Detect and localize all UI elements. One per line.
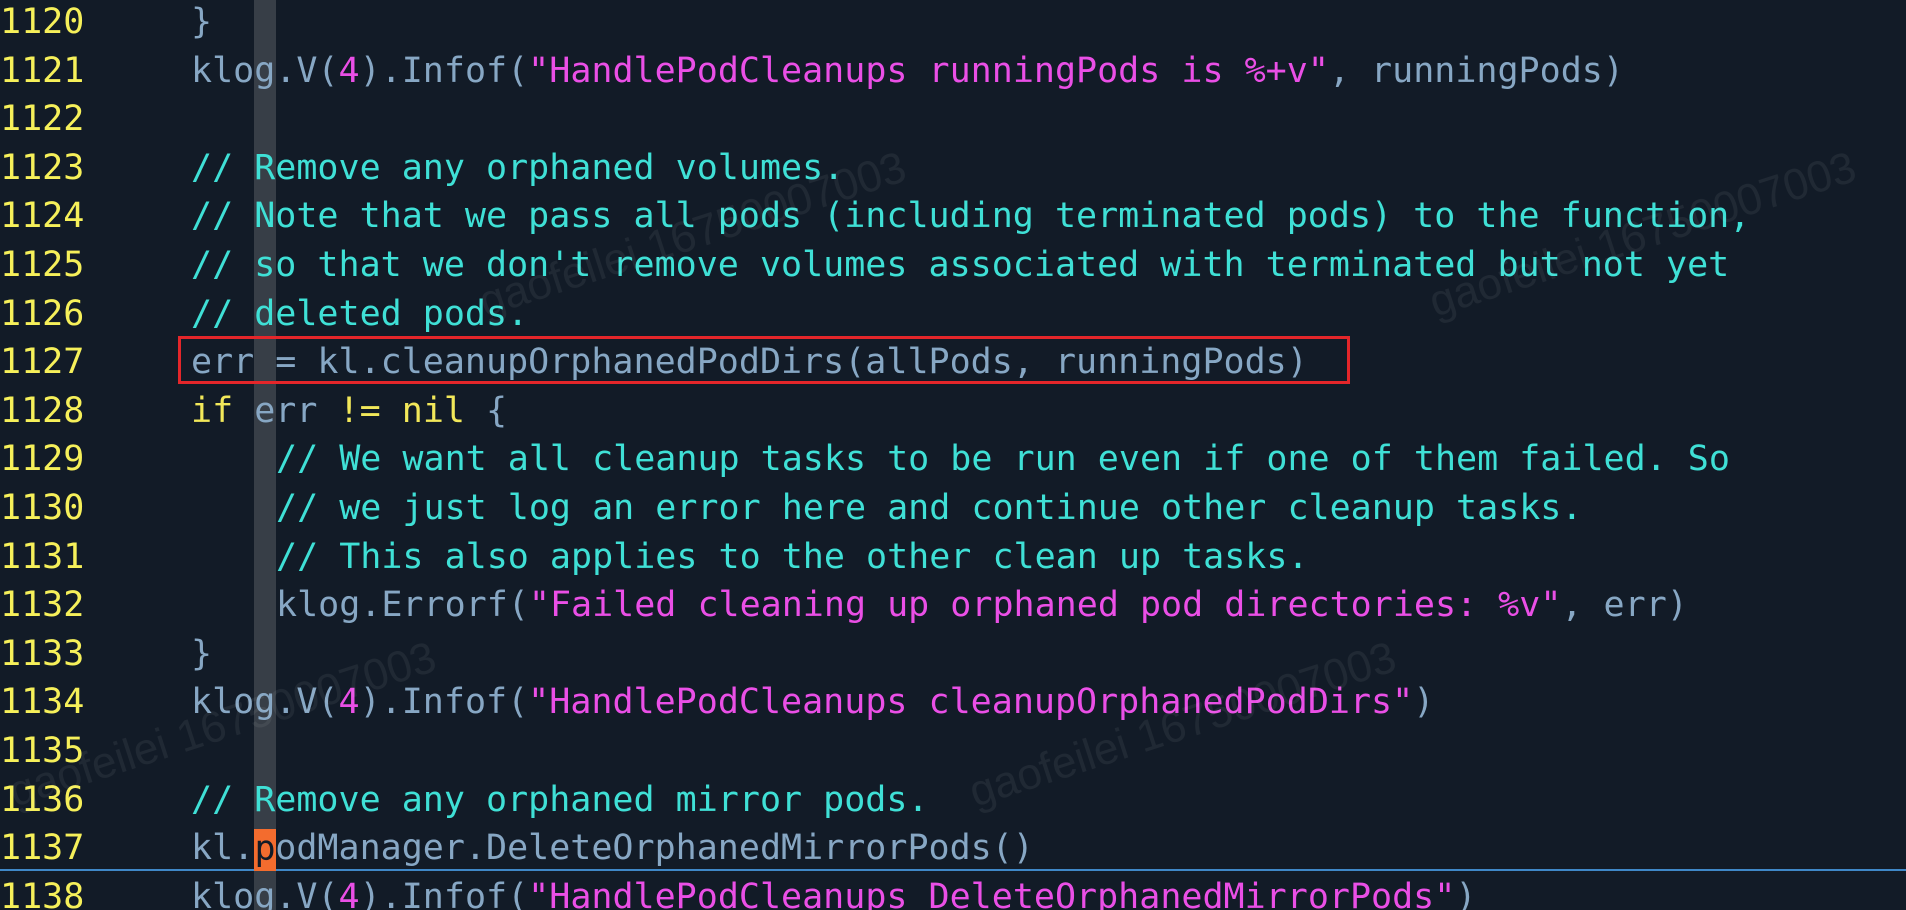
line-number: 1138 (0, 876, 85, 910)
code-token: ).Infof( (359, 50, 529, 91)
code-token: ) (1413, 682, 1435, 723)
code-token: // Note that we pass all pods (including… (191, 196, 1751, 237)
code-text: } (191, 630, 212, 679)
line-number: 1137 (0, 828, 85, 869)
line-number: 1133 (0, 633, 85, 674)
code-token: nil (401, 390, 465, 431)
cursor-char: p (254, 829, 276, 869)
code-line[interactable]: 1122 (0, 95, 1906, 144)
line-number: 1125 (0, 245, 85, 285)
code-token: != (338, 390, 381, 431)
code-line[interactable]: 1128 if err != nil { (0, 387, 1906, 436)
code-line[interactable]: 1120} (0, 0, 1906, 47)
code-token: 4 (338, 876, 360, 910)
code-token: "Failed cleaning up orphaned pod directo… (528, 585, 1562, 626)
highlight-box (178, 336, 1350, 384)
code-line[interactable]: 1134 klog.V(4).Infof("HandlePodCleanups c… (0, 678, 1906, 727)
code-token: 4 (338, 682, 360, 723)
line-number: 1128 (0, 390, 85, 431)
code-token: klog.V( (191, 50, 339, 91)
line-number: 1120 (0, 2, 85, 42)
code-text: klog.V(4).Infof("HandlePodCleanups Delet… (191, 873, 1476, 910)
code-text: // Remove any orphaned volumes. (191, 144, 844, 193)
code-editor[interactable]: 1120} 1121 klog.V(4).Infof("HandlePodClean… (0, 0, 1906, 910)
code-line[interactable]: 1131 // This also applies to the other cl… (0, 533, 1906, 582)
code-token: "HandlePodCleanups cleanupOrphanedPodDir… (528, 682, 1414, 723)
line-number: 1122 (0, 99, 85, 140)
code-text: kl.podManager.DeleteOrphanedMirrorPods() (191, 824, 1034, 873)
code-token: // deleted pods. (191, 293, 529, 334)
code-token: 4 (338, 50, 360, 91)
code-text: // we just log an error here and continu… (276, 484, 1582, 533)
code-token: // we just log an error here and continu… (276, 488, 1583, 528)
code-line[interactable]: 1121 klog.V(4).Infof("HandlePodCleanups r… (0, 47, 1906, 96)
code-token: klog.V( (191, 682, 339, 723)
code-token: ).Infof( (359, 682, 529, 723)
code-line[interactable]: 1138 klog.V(4).Infof("HandlePodCleanups D… (0, 873, 1906, 910)
line-number: 1127 (0, 342, 85, 383)
code-line[interactable]: 1132 klog.Errorf("Failed cleaning up orph… (0, 581, 1906, 630)
code-line[interactable]: 1136 // Remove any orphaned mirror pods. (0, 776, 1906, 825)
code-token: } (191, 633, 213, 674)
line-number: 1130 (0, 488, 85, 528)
code-token: ) (1455, 876, 1477, 910)
code-text: klog.V(4).Infof("HandlePodCleanups runni… (191, 47, 1624, 96)
code-token: // Remove any orphaned volumes. (191, 147, 845, 188)
code-text: } (191, 0, 212, 47)
code-token: // This also applies to the other clean … (276, 536, 1309, 577)
code-line[interactable]: 1123 // Remove any orphaned volumes. (0, 144, 1906, 193)
line-number: 1126 (0, 293, 85, 334)
code-line[interactable]: 1124 // Note that we pass all pods (inclu… (0, 192, 1906, 241)
line-number: 1134 (0, 682, 85, 723)
code-line[interactable]: 1125 // so that we don't remove volumes a… (0, 241, 1906, 290)
code-token: } (191, 2, 213, 42)
code-line[interactable]: 1129 // We want all cleanup tasks to be r… (0, 435, 1906, 484)
code-text: // Note that we pass all pods (including… (191, 192, 1750, 241)
code-token: klog.Errorf( (276, 585, 529, 626)
code-token: "HandlePodCleanups DeleteOrphanedMirrorP… (528, 876, 1456, 910)
code-token: klog.V( (191, 876, 339, 910)
code-text: klog.V(4).Infof("HandlePodCleanups clean… (191, 678, 1434, 727)
code-token: "HandlePodCleanups runningPods is %+v" (528, 50, 1329, 91)
code-token: if (191, 390, 234, 431)
line-number: 1132 (0, 585, 85, 626)
code-line[interactable]: 1126 // deleted pods. (0, 290, 1906, 339)
line-number: 1121 (0, 50, 85, 91)
line-number: 1129 (0, 439, 85, 480)
code-line[interactable]: 1135 (0, 727, 1906, 776)
code-token: , runningPods) (1328, 50, 1624, 91)
code-token: // We want all cleanup tasks to be run e… (276, 439, 1730, 480)
code-token: { (464, 390, 508, 431)
code-token: err (233, 390, 339, 431)
code-text: // deleted pods. (191, 290, 528, 339)
code-text: // We want all cleanup tasks to be run e… (276, 435, 1730, 484)
code-line[interactable]: 1137 kl.podManager.DeleteOrphanedMirrorPo… (0, 824, 1906, 873)
code-token: ).Infof( (359, 876, 529, 910)
line-number: 1124 (0, 196, 85, 237)
line-number: 1136 (0, 779, 85, 820)
cursor-line-underline (0, 869, 1906, 871)
code-token: , err) (1561, 585, 1688, 626)
code-text: // so that we don't remove volumes assoc… (191, 241, 1729, 290)
code-text: // Remove any orphaned mirror pods. (191, 776, 929, 825)
code-token: // so that we don't remove volumes assoc… (191, 245, 1730, 285)
line-number: 1135 (0, 731, 85, 771)
line-number: 1123 (0, 147, 85, 188)
code-text: // This also applies to the other clean … (276, 533, 1309, 582)
code-token: // Remove any orphaned mirror pods. (191, 779, 929, 820)
code-line[interactable]: 1133} (0, 630, 1906, 679)
code-line[interactable]: 1130 // we just log an error here and con… (0, 484, 1906, 533)
code-text: if err != nil { (191, 387, 507, 436)
line-number: 1131 (0, 536, 85, 577)
code-text: klog.Errorf("Failed cleaning up orphaned… (276, 581, 1688, 630)
code-token: kl.podManager.DeleteOrphanedMirrorPods() (191, 828, 1034, 869)
